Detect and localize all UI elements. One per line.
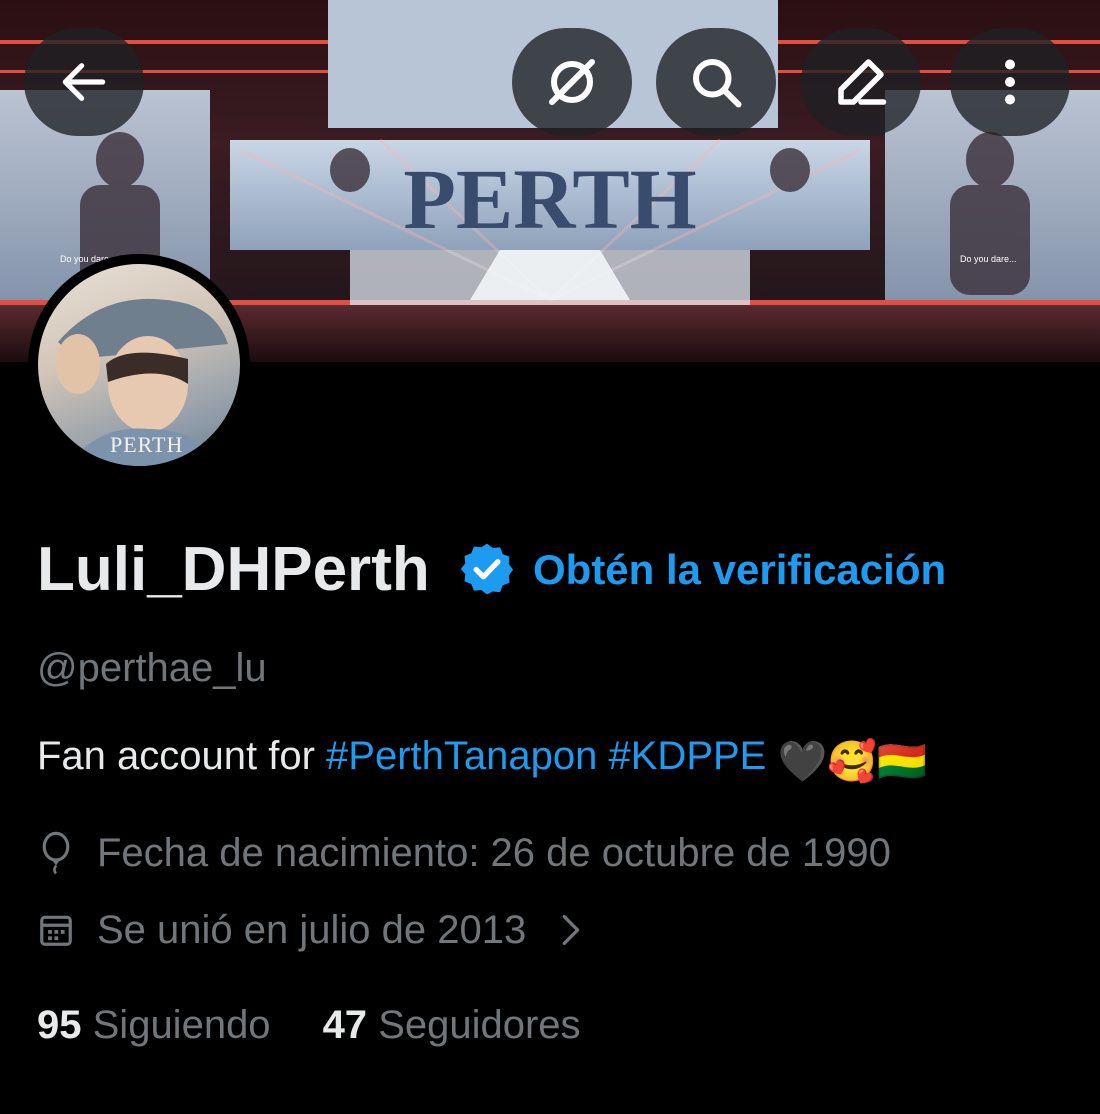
followers-stat[interactable]: 47 Seguidores (323, 1000, 581, 1050)
edit-icon (838, 59, 887, 105)
edit-button[interactable] (801, 28, 921, 136)
back-button[interactable] (24, 28, 144, 136)
joined-date-text: Se unió en julio de 2013 (97, 908, 527, 952)
chevron-right-icon (562, 915, 580, 945)
more-vertical-icon (1005, 59, 1015, 105)
profile-bio: Fan account for #PerthTanapon #KDPPE 🖤🥰🇧… (37, 730, 927, 788)
followers-count: 47 (322, 1003, 368, 1047)
hashtag-link[interactable]: #KDPPE (609, 734, 767, 778)
avatar-image: PERTH (38, 264, 240, 466)
bio-text: Fan account for (37, 734, 327, 778)
verified-badge-icon[interactable] (458, 540, 516, 598)
avatar-caption: PERTH (110, 432, 184, 457)
svg-text:Do you dare...: Do you dare... (960, 254, 1017, 264)
search-button[interactable] (656, 28, 776, 136)
arrow-left-icon (62, 63, 106, 101)
calendar-icon (40, 915, 72, 946)
avatar[interactable]: PERTH (28, 254, 250, 476)
get-verified-link[interactable]: Obtén la verificación (533, 544, 946, 596)
balloon-icon (42, 831, 70, 875)
hashtag-link[interactable]: #PerthTanapon (326, 734, 597, 778)
birth-date-text: Fecha de nacimiento: 26 de octubre de 19… (97, 831, 891, 875)
birth-date: Fecha de nacimiento: 26 de octubre de 19… (37, 828, 891, 878)
following-label: Siguiendo (92, 1003, 271, 1047)
joined-date[interactable]: Se unió en julio de 2013 (37, 905, 586, 955)
banner-stage-logo: PERTH (403, 151, 696, 247)
following-count: 95 (37, 1003, 82, 1047)
more-options-button[interactable] (950, 28, 1070, 136)
profile-handle: @perthae_lu (37, 646, 267, 690)
following-stat[interactable]: 95 Siguiendo (37, 1000, 271, 1050)
followers-label: Seguidores (378, 1003, 581, 1047)
bio-emojis: 🖤🥰🇧🇴 (777, 740, 927, 784)
search-icon (693, 59, 742, 108)
grok-icon (549, 59, 595, 105)
grok-button[interactable] (512, 28, 632, 136)
follow-stats: 95 Siguiendo 47 Seguidores (37, 1000, 633, 1050)
profile-name: Luli_DHPerth (37, 535, 430, 604)
